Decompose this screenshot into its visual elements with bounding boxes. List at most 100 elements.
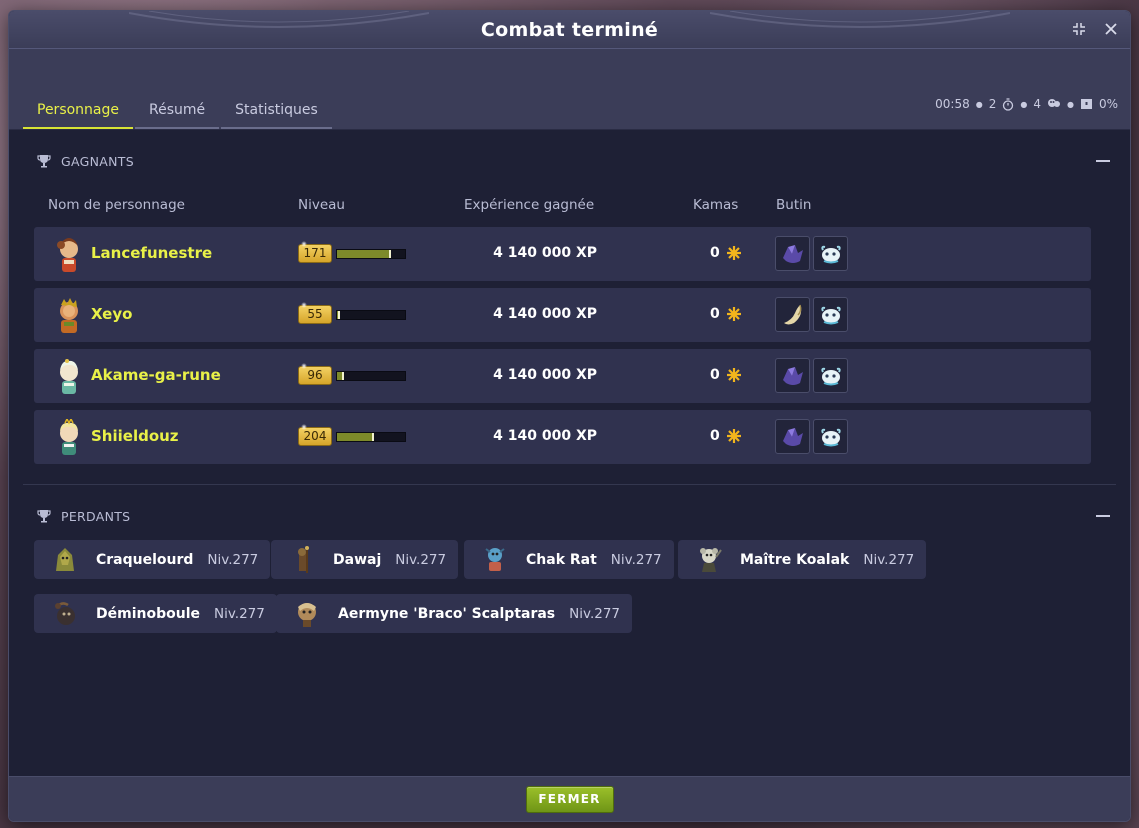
kama-icon (726, 246, 741, 260)
turns-value: 2 (988, 97, 997, 111)
dark-crystal-icon[interactable] (775, 358, 810, 393)
ornament-right (710, 11, 1010, 28)
winner-row[interactable]: Lancefunestre 171 4 140 000 XP 0 (34, 227, 1091, 281)
combat-result-window: Combat terminé Personnage Résumé Statist… (8, 10, 1131, 822)
monster-avatar (700, 547, 722, 572)
winners-header: GAGNANTS (37, 151, 1110, 171)
monster-name: Chak Rat (526, 551, 597, 568)
character-avatar (57, 238, 78, 272)
loser-item[interactable]: Déminoboule Niv.277 (34, 594, 277, 633)
monster-avatar (298, 545, 309, 573)
loser-item[interactable]: Craquelourd Niv.277 (34, 540, 271, 579)
horn-icon[interactable] (775, 297, 810, 332)
xp-progress-fill (337, 250, 392, 258)
monster-name: Déminoboule (96, 605, 200, 622)
trophy-icon (37, 510, 51, 523)
xp-unit: XP (575, 306, 597, 322)
winner-row[interactable]: Xeyo 55 4 140 000 XP 0 (34, 288, 1091, 342)
winners-title: GAGNANTS (61, 153, 134, 169)
trophy-icon (37, 155, 51, 168)
monster-avatar (56, 547, 74, 571)
fight-stats: 00:58 ● 2 ● 4 ● 0% (935, 97, 1118, 111)
dark-crystal-icon[interactable] (775, 236, 810, 271)
section-divider (23, 484, 1116, 485)
collapse-losers-button[interactable] (1096, 506, 1110, 526)
xp-progress-fill (337, 311, 341, 319)
monster-avatar (55, 601, 75, 625)
white-creature-icon[interactable] (813, 236, 848, 271)
character-avatar (60, 298, 78, 333)
kamas-gained: 0 (710, 367, 742, 383)
tab-resume[interactable]: Résumé (135, 93, 220, 129)
kama-icon (726, 429, 741, 443)
dark-crystal-icon[interactable] (775, 419, 810, 454)
duration-value: 00:58 (935, 97, 970, 111)
minimize-icon[interactable] (1070, 20, 1088, 38)
monster-name: Dawaj (333, 551, 382, 568)
col-level: Niveau (298, 197, 345, 213)
title-bar[interactable]: Combat terminé (9, 11, 1130, 49)
players-value: 4 (1033, 97, 1041, 111)
losers-header: PERDANTS (37, 506, 1110, 526)
winners-column-headers: Nom de personnage Niveau Expérience gagn… (9, 197, 1130, 215)
monster-name: Craquelourd (96, 551, 194, 568)
xp-progress-bar (336, 310, 406, 320)
fermer-button[interactable]: FERMER (525, 785, 614, 813)
character-name[interactable]: Shiieldouz (91, 427, 179, 445)
loot-list (775, 419, 848, 454)
group-icon (1047, 99, 1060, 107)
loser-item[interactable]: Dawaj Niv.277 (271, 540, 459, 579)
character-name[interactable]: Akame-ga-rune (91, 366, 221, 384)
chest-icon (1080, 99, 1092, 109)
monster-name: Maître Koalak (740, 551, 850, 568)
monster-level: Niv.277 (214, 605, 265, 622)
monster-name: Aermyne 'Braco' Scalptaras (338, 605, 556, 622)
challenge-value: 0% (1098, 97, 1118, 111)
kama-icon (726, 307, 741, 321)
collapse-winners-button[interactable] (1096, 151, 1110, 171)
white-creature-icon[interactable] (813, 297, 848, 332)
xp-progress-bar (336, 249, 406, 259)
level-badge: 171 (298, 241, 332, 263)
xp-gained: 4 140 000 XP (493, 367, 597, 383)
xp-unit: XP (575, 367, 597, 383)
monster-level: Niv.277 (395, 551, 447, 568)
loser-item[interactable]: Chak Rat Niv.277 (464, 540, 674, 579)
winner-row[interactable]: Akame-ga-rune 96 4 140 000 XP 0 (34, 349, 1091, 403)
winner-row[interactable]: Shiieldouz 204 4 140 000 XP 0 (34, 410, 1091, 464)
tab-statistiques[interactable]: Statistiques (221, 93, 332, 129)
close-icon[interactable] (1102, 20, 1120, 38)
xp-progress-bar (336, 432, 406, 442)
monster-level: Niv.277 (569, 605, 621, 622)
kama-icon (726, 368, 741, 382)
xp-gained: 4 140 000 XP (493, 428, 597, 444)
monster-avatar (485, 547, 505, 571)
loser-item[interactable]: Aermyne 'Braco' Scalptaras Niv.277 (276, 594, 633, 633)
white-creature-icon[interactable] (813, 419, 848, 454)
character-name[interactable]: Lancefunestre (91, 244, 212, 262)
monster-level: Niv.277 (863, 551, 915, 568)
window-title: Combat terminé (480, 18, 659, 41)
xp-unit: XP (575, 428, 597, 444)
white-creature-icon[interactable] (813, 358, 848, 393)
level-badge: 204 (298, 424, 332, 446)
col-kamas: Kamas (693, 197, 739, 213)
loot-list (775, 236, 848, 271)
xp-unit: XP (575, 245, 597, 261)
col-name: Nom de personnage (48, 197, 185, 213)
character-avatar (60, 359, 78, 394)
monster-avatar (298, 602, 316, 627)
kamas-gained: 0 (710, 306, 742, 322)
loser-item[interactable]: Maître Koalak Niv.277 (678, 540, 927, 579)
stopwatch-icon (1003, 97, 1014, 111)
xp-progress-fill (337, 372, 344, 380)
footer-bar: FERMER (9, 776, 1130, 821)
results-content[interactable]: GAGNANTS Nom de personnage Niveau Expéri… (9, 131, 1130, 776)
loot-list (775, 297, 848, 332)
character-name[interactable]: Xeyo (91, 305, 132, 323)
losers-title: PERDANTS (61, 508, 131, 524)
level-badge: 96 (298, 363, 332, 385)
loot-list (775, 358, 848, 393)
ornament-left (129, 11, 429, 28)
tab-personnage[interactable]: Personnage (23, 93, 133, 129)
